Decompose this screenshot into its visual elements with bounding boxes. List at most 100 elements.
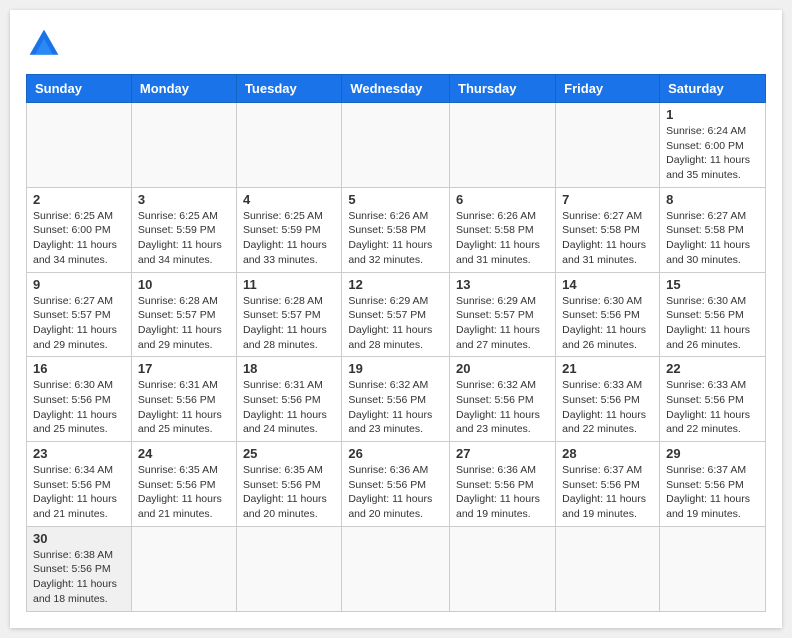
calendar-cell — [236, 103, 341, 188]
date-number: 1 — [666, 107, 759, 122]
calendar-cell: 2 Sunrise: 6:25 AM Sunset: 6:00 PM Daylig… — [27, 187, 132, 272]
calendar-cell: 5 Sunrise: 6:26 AM Sunset: 5:58 PM Daylig… — [342, 187, 450, 272]
calendar-cell: 16 Sunrise: 6:30 AM Sunset: 5:56 PM Dayli… — [27, 357, 132, 442]
cell-sun-info: Sunrise: 6:31 AM Sunset: 5:56 PM Dayligh… — [243, 378, 335, 437]
calendar-tbody: 1 Sunrise: 6:24 AM Sunset: 6:00 PM Daylig… — [27, 103, 766, 612]
calendar-thead: SundayMondayTuesdayWednesdayThursdayFrid… — [27, 75, 766, 103]
date-number: 8 — [666, 192, 759, 207]
calendar-cell: 30 Sunrise: 6:38 AM Sunset: 5:56 PM Dayli… — [27, 526, 132, 611]
date-number: 25 — [243, 446, 335, 461]
date-number: 6 — [456, 192, 549, 207]
cell-sun-info: Sunrise: 6:35 AM Sunset: 5:56 PM Dayligh… — [138, 463, 230, 522]
calendar-cell: 19 Sunrise: 6:32 AM Sunset: 5:56 PM Dayli… — [342, 357, 450, 442]
calendar-cell: 7 Sunrise: 6:27 AM Sunset: 5:58 PM Daylig… — [556, 187, 660, 272]
date-number: 23 — [33, 446, 125, 461]
calendar-header — [26, 26, 766, 62]
calendar-cell: 18Sunrise: 6:31 AM Sunset: 5:56 PM Dayli… — [236, 357, 341, 442]
calendar-cell — [660, 526, 766, 611]
cell-sun-info: Sunrise: 6:33 AM Sunset: 5:56 PM Dayligh… — [666, 378, 759, 437]
calendar-cell — [236, 526, 341, 611]
weekday-header-saturday: Saturday — [660, 75, 766, 103]
calendar-week-row: 9Sunrise: 6:27 AM Sunset: 5:57 PM Daylig… — [27, 272, 766, 357]
date-number: 7 — [562, 192, 653, 207]
calendar-week-row: 1 Sunrise: 6:24 AM Sunset: 6:00 PM Daylig… — [27, 103, 766, 188]
cell-sun-info: Sunrise: 6:24 AM Sunset: 6:00 PM Dayligh… — [666, 124, 759, 183]
date-number: 30 — [33, 531, 125, 546]
date-number: 14 — [562, 277, 653, 292]
date-number: 12 — [348, 277, 443, 292]
cell-sun-info: Sunrise: 6:32 AM Sunset: 5:56 PM Dayligh… — [348, 378, 443, 437]
weekday-header-friday: Friday — [556, 75, 660, 103]
calendar-container: SundayMondayTuesdayWednesdayThursdayFrid… — [10, 10, 782, 628]
cell-sun-info: Sunrise: 6:33 AM Sunset: 5:56 PM Dayligh… — [562, 378, 653, 437]
cell-sun-info: Sunrise: 6:26 AM Sunset: 5:58 PM Dayligh… — [348, 209, 443, 268]
date-number: 20 — [456, 361, 549, 376]
calendar-cell: 24 Sunrise: 6:35 AM Sunset: 5:56 PM Dayli… — [131, 442, 236, 527]
weekday-header-sunday: Sunday — [27, 75, 132, 103]
calendar-cell: 28Sunrise: 6:37 AM Sunset: 5:56 PM Dayli… — [556, 442, 660, 527]
calendar-cell: 23 Sunrise: 6:34 AM Sunset: 5:56 PM Dayli… — [27, 442, 132, 527]
calendar-cell: 9Sunrise: 6:27 AM Sunset: 5:57 PM Daylig… — [27, 272, 132, 357]
calendar-cell: 25 Sunrise: 6:35 AM Sunset: 5:56 PM Dayli… — [236, 442, 341, 527]
calendar-cell — [450, 526, 556, 611]
date-number: 27 — [456, 446, 549, 461]
calendar-table: SundayMondayTuesdayWednesdayThursdayFrid… — [26, 74, 766, 612]
cell-sun-info: Sunrise: 6:30 AM Sunset: 5:56 PM Dayligh… — [562, 294, 653, 353]
cell-sun-info: Sunrise: 6:26 AM Sunset: 5:58 PM Dayligh… — [456, 209, 549, 268]
cell-sun-info: Sunrise: 6:32 AM Sunset: 5:56 PM Dayligh… — [456, 378, 549, 437]
date-number: 13 — [456, 277, 549, 292]
date-number: 5 — [348, 192, 443, 207]
cell-sun-info: Sunrise: 6:28 AM Sunset: 5:57 PM Dayligh… — [243, 294, 335, 353]
date-number: 24 — [138, 446, 230, 461]
weekday-header-wednesday: Wednesday — [342, 75, 450, 103]
cell-sun-info: Sunrise: 6:27 AM Sunset: 5:58 PM Dayligh… — [562, 209, 653, 268]
calendar-cell: 10Sunrise: 6:28 AM Sunset: 5:57 PM Dayli… — [131, 272, 236, 357]
calendar-cell — [556, 526, 660, 611]
cell-sun-info: Sunrise: 6:38 AM Sunset: 5:56 PM Dayligh… — [33, 548, 125, 607]
calendar-cell — [342, 103, 450, 188]
cell-sun-info: Sunrise: 6:25 AM Sunset: 5:59 PM Dayligh… — [243, 209, 335, 268]
calendar-cell: 21Sunrise: 6:33 AM Sunset: 5:56 PM Dayli… — [556, 357, 660, 442]
cell-sun-info: Sunrise: 6:35 AM Sunset: 5:56 PM Dayligh… — [243, 463, 335, 522]
cell-sun-info: Sunrise: 6:30 AM Sunset: 5:56 PM Dayligh… — [33, 378, 125, 437]
date-number: 15 — [666, 277, 759, 292]
cell-sun-info: Sunrise: 6:36 AM Sunset: 5:56 PM Dayligh… — [348, 463, 443, 522]
calendar-cell: 20 Sunrise: 6:32 AM Sunset: 5:56 PM Dayli… — [450, 357, 556, 442]
date-number: 19 — [348, 361, 443, 376]
date-number: 17 — [138, 361, 230, 376]
calendar-cell — [450, 103, 556, 188]
calendar-cell — [27, 103, 132, 188]
date-number: 4 — [243, 192, 335, 207]
calendar-week-row: 2 Sunrise: 6:25 AM Sunset: 6:00 PM Daylig… — [27, 187, 766, 272]
cell-sun-info: Sunrise: 6:31 AM Sunset: 5:56 PM Dayligh… — [138, 378, 230, 437]
calendar-cell: 26Sunrise: 6:36 AM Sunset: 5:56 PM Dayli… — [342, 442, 450, 527]
calendar-cell — [131, 103, 236, 188]
date-number: 2 — [33, 192, 125, 207]
cell-sun-info: Sunrise: 6:37 AM Sunset: 5:56 PM Dayligh… — [666, 463, 759, 522]
calendar-cell: 12 Sunrise: 6:29 AM Sunset: 5:57 PM Dayli… — [342, 272, 450, 357]
calendar-cell: 15Sunrise: 6:30 AM Sunset: 5:56 PM Dayli… — [660, 272, 766, 357]
calendar-cell — [342, 526, 450, 611]
calendar-cell: 29Sunrise: 6:37 AM Sunset: 5:56 PM Dayli… — [660, 442, 766, 527]
logo — [26, 26, 68, 62]
cell-sun-info: Sunrise: 6:28 AM Sunset: 5:57 PM Dayligh… — [138, 294, 230, 353]
cell-sun-info: Sunrise: 6:25 AM Sunset: 6:00 PM Dayligh… — [33, 209, 125, 268]
calendar-cell: 17 Sunrise: 6:31 AM Sunset: 5:56 PM Dayli… — [131, 357, 236, 442]
cell-sun-info: Sunrise: 6:34 AM Sunset: 5:56 PM Dayligh… — [33, 463, 125, 522]
calendar-week-row: 16 Sunrise: 6:30 AM Sunset: 5:56 PM Dayli… — [27, 357, 766, 442]
calendar-cell: 27Sunrise: 6:36 AM Sunset: 5:56 PM Dayli… — [450, 442, 556, 527]
cell-sun-info: Sunrise: 6:29 AM Sunset: 5:57 PM Dayligh… — [348, 294, 443, 353]
cell-sun-info: Sunrise: 6:27 AM Sunset: 5:58 PM Dayligh… — [666, 209, 759, 268]
calendar-cell: 1 Sunrise: 6:24 AM Sunset: 6:00 PM Daylig… — [660, 103, 766, 188]
calendar-cell: 3Sunrise: 6:25 AM Sunset: 5:59 PM Daylig… — [131, 187, 236, 272]
calendar-cell — [131, 526, 236, 611]
calendar-week-row: 30 Sunrise: 6:38 AM Sunset: 5:56 PM Dayli… — [27, 526, 766, 611]
cell-sun-info: Sunrise: 6:27 AM Sunset: 5:57 PM Dayligh… — [33, 294, 125, 353]
date-number: 16 — [33, 361, 125, 376]
calendar-cell: 11 Sunrise: 6:28 AM Sunset: 5:57 PM Dayli… — [236, 272, 341, 357]
calendar-week-row: 23 Sunrise: 6:34 AM Sunset: 5:56 PM Dayli… — [27, 442, 766, 527]
calendar-cell — [556, 103, 660, 188]
cell-sun-info: Sunrise: 6:25 AM Sunset: 5:59 PM Dayligh… — [138, 209, 230, 268]
calendar-cell: 22Sunrise: 6:33 AM Sunset: 5:56 PM Dayli… — [660, 357, 766, 442]
date-number: 11 — [243, 277, 335, 292]
